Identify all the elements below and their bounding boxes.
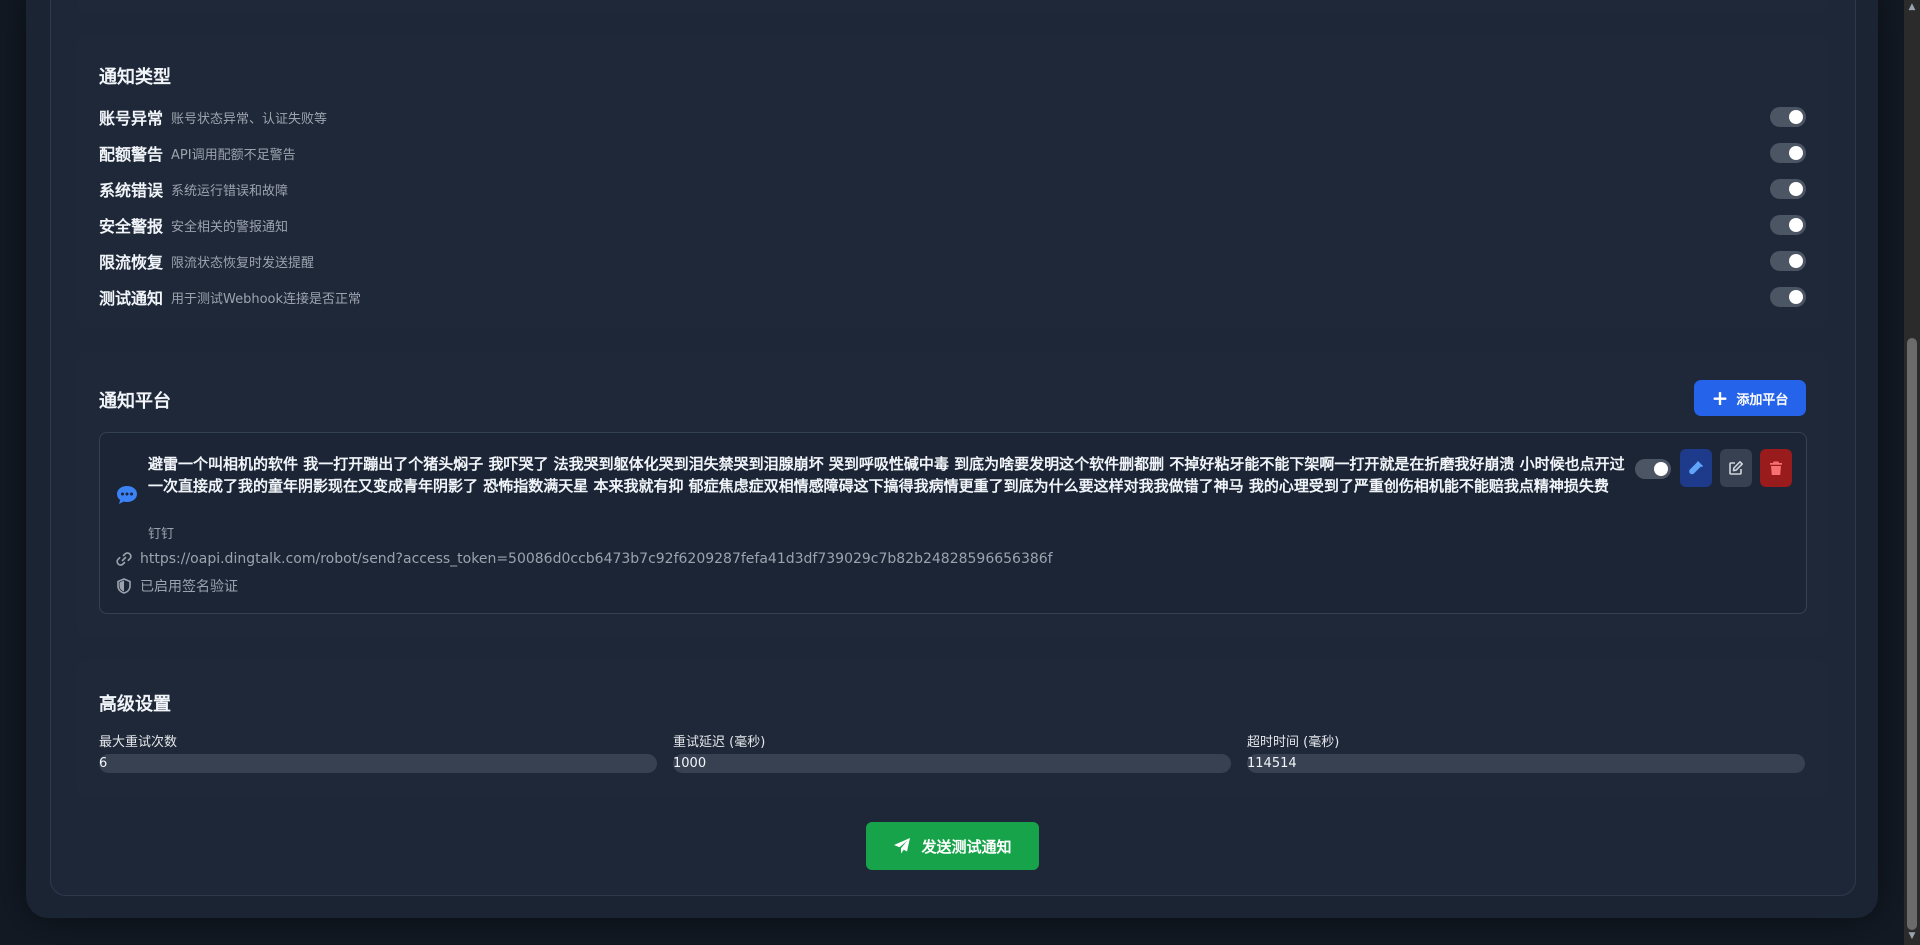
type-desc: 系统运行错误和故障 [171, 184, 289, 199]
type-name: 限流恢复 [99, 253, 164, 272]
type-name: 测试通知 [99, 289, 164, 308]
vial-icon [1689, 461, 1703, 475]
platform-toggle[interactable] [1635, 459, 1671, 479]
toggle-knob [1789, 182, 1803, 196]
type-name: 系统错误 [99, 181, 164, 200]
send-test-label: 发送测试通知 [921, 837, 1012, 856]
scroll-up-arrow-icon[interactable]: ▲ [1906, 2, 1918, 14]
toggle-knob [1789, 110, 1803, 124]
type-desc: 用于测试Webhook连接是否正常 [171, 292, 362, 307]
toggle-knob [1789, 290, 1803, 304]
add-platform-label: 添加平台 [1736, 392, 1789, 408]
type-desc: API调用配额不足警告 [171, 148, 296, 163]
test-platform-button[interactable] [1680, 449, 1712, 487]
type-name: 配额警告 [99, 145, 164, 164]
type-toggle-system-error[interactable] [1770, 179, 1806, 199]
type-toggle-quota-warning[interactable] [1770, 143, 1806, 163]
platform-item: 避雷一个叫相机的软件 我一打开蹦出了个猪头焖子 我吓哭了 法我哭到躯体化哭到泪失… [99, 432, 1807, 614]
timeout-label: 超时时间 (毫秒) [1247, 735, 1340, 750]
scrollbar-thumb[interactable] [1907, 338, 1917, 930]
trash-icon [1770, 461, 1782, 475]
type-toggle-test-notification[interactable] [1770, 287, 1806, 307]
add-platform-button[interactable]: + 添加平台 [1694, 380, 1806, 416]
type-row-system-error: 系统错误 系统运行错误和故障 [99, 173, 1806, 203]
retry-delay-input[interactable]: 1000 [673, 754, 1231, 773]
send-test-notification-button[interactable]: 发送测试通知 [866, 822, 1039, 870]
edit-icon [1729, 461, 1743, 475]
type-name: 安全警报 [99, 217, 164, 236]
type-toggle-security-alert[interactable] [1770, 215, 1806, 235]
platform-type: 钉钉 [148, 527, 175, 542]
plus-icon: + [1711, 386, 1729, 410]
max-retries-input[interactable]: 6 [99, 754, 657, 773]
type-row-quota-warning: 配额警告 API调用配额不足警告 [99, 137, 1806, 167]
type-row-account-error: 账号异常 账号状态异常、认证失败等 [99, 101, 1806, 131]
paper-plane-icon [894, 838, 911, 854]
timeout-input[interactable]: 114514 [1247, 754, 1805, 773]
max-retries-label: 最大重试次数 [99, 735, 178, 750]
advanced-settings-card [77, 661, 1828, 797]
retry-delay-label: 重试延迟 (毫秒) [673, 735, 766, 750]
delete-platform-button[interactable] [1760, 449, 1792, 487]
notification-platforms-title: 通知平台 [99, 391, 171, 412]
type-row-security-alert: 安全警报 安全相关的警报通知 [99, 209, 1806, 239]
toggle-knob [1789, 146, 1803, 160]
advanced-settings-title: 高级设置 [99, 694, 171, 715]
platform-name: 避雷一个叫相机的软件 我一打开蹦出了个猪头焖子 我吓哭了 法我哭到躯体化哭到泪失… [148, 455, 1625, 495]
type-name: 账号异常 [99, 109, 164, 128]
type-row-test-notification: 测试通知 用于测试Webhook连接是否正常 [99, 281, 1806, 311]
platform-url-row: https://oapi.dingtalk.com/robot/send?acc… [116, 551, 1053, 567]
toggle-knob [1654, 462, 1668, 476]
notification-types-title: 通知类型 [99, 67, 171, 88]
platform-signature: 已启用签名验证 [140, 579, 238, 595]
type-desc: 安全相关的警报通知 [171, 220, 289, 235]
platform-url: https://oapi.dingtalk.com/robot/send?acc… [140, 551, 1053, 567]
type-toggle-rate-limit-recovery[interactable] [1770, 251, 1806, 271]
chat-bubble-icon [117, 486, 137, 504]
type-desc: 限流状态恢复时发送提醒 [171, 256, 315, 271]
shield-icon [117, 578, 131, 594]
platform-signature-row: 已启用签名验证 [116, 576, 238, 596]
type-toggle-account-error[interactable] [1770, 107, 1806, 127]
type-desc: 账号状态异常、认证失败等 [171, 112, 328, 127]
edit-platform-button[interactable] [1720, 449, 1752, 487]
previous-section-card [77, 0, 1828, 12]
toggle-knob [1789, 254, 1803, 268]
toggle-knob [1789, 218, 1803, 232]
link-icon [116, 552, 132, 566]
scroll-down-arrow-icon[interactable]: ▼ [1906, 931, 1918, 943]
type-row-rate-limit-recovery: 限流恢复 限流状态恢复时发送提醒 [99, 245, 1806, 275]
